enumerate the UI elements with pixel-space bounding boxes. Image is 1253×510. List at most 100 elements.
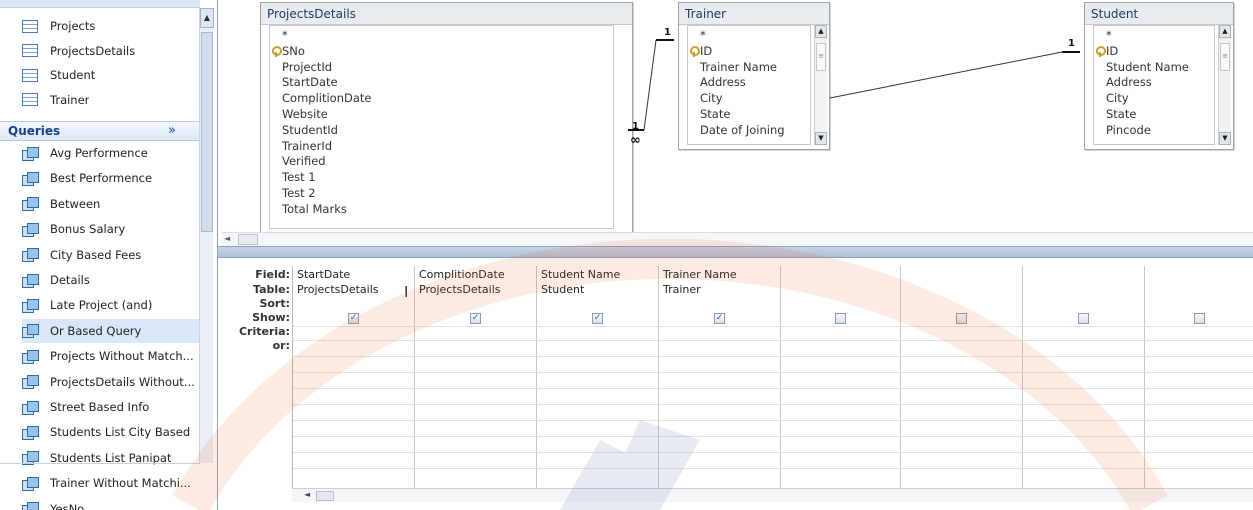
grid-column[interactable] [781,266,901,488]
grid-row-line [293,404,1253,405]
grid-row-line [293,388,1253,389]
nav-query-item[interactable]: Best Performence [22,166,200,190]
query-icon [22,298,39,313]
grid-field-cell[interactable]: Student Name [541,268,620,281]
queries-header-label: Queries [8,124,61,138]
grid-column[interactable]: StartDate ProjectsDetails ✓ [293,266,415,488]
scroll-thumb[interactable] [238,234,258,245]
grid-field-cell[interactable]: StartDate [297,268,350,281]
grid-table-cell[interactable]: ProjectsDetails [297,283,379,296]
relation-one-label: 1 [664,27,671,38]
nav-query-item[interactable]: Projects Without Match... [22,344,200,368]
nav-query-item[interactable]: YesNo [22,497,200,510]
divider [0,463,200,464]
show-checkbox[interactable]: ✓ [348,313,359,324]
navigation-pane: Projects ProjectsDetails Student Trainer Qu… [0,0,218,510]
grid-row-label: Sort: [259,297,290,310]
grid-column[interactable]: Student Name Student ✓ [537,266,659,488]
nav-item-label: Best Performence [50,171,153,186]
grid-field-cell[interactable]: ComplitionDate [419,268,505,281]
show-checkbox[interactable] [1078,313,1089,324]
table-icon [22,19,38,33]
grid-table-cell[interactable]: ProjectsDetails [419,283,501,296]
query-icon [22,146,39,161]
relationship-trainer-projectsdetails[interactable] [628,39,674,131]
nav-query-item[interactable]: Between [22,192,200,216]
grid-column[interactable] [1023,266,1145,488]
text-cursor-icon: I [404,283,409,301]
nav-item-label: YesNo [50,501,85,510]
nav-table-item[interactable]: ProjectsDetails [22,39,200,63]
nav-query-item[interactable]: ProjectsDetails Without... [22,370,200,394]
grid-table-cell[interactable]: Student [541,283,584,296]
scroll-up-icon[interactable]: ▲ [200,8,214,28]
grid-column[interactable]: ComplitionDate ProjectsDetails ✓ [415,266,537,488]
query-design-grid: Field: Table: Sort: Show: Criteria: or: Start… [224,258,1253,510]
nav-table-item[interactable]: Projects [22,14,200,38]
query-icon [22,400,39,415]
show-checkbox[interactable]: ✓ [470,313,481,324]
nav-query-item[interactable]: Or Based Query [22,318,200,343]
scroll-thumb[interactable] [316,491,334,501]
show-checkbox[interactable]: ✓ [714,313,725,324]
nav-query-item[interactable]: Students List City Based [22,420,200,444]
nav-item-label: Trainer Without Matchi... [50,476,191,491]
nav-item-label: City Based Fees [50,247,142,262]
grid-row-line [293,326,1253,327]
show-checkbox[interactable]: ✓ [592,313,603,324]
query-icon [22,425,39,440]
grid-row-line [293,372,1253,373]
nav-table-item[interactable]: Trainer [22,88,200,112]
nav-query-item[interactable]: Trainer Without Matchi... [22,471,200,495]
grid-column[interactable] [1145,266,1253,488]
nav-item-label: Trainer [50,92,90,107]
scroll-left-icon[interactable]: ◄ [224,233,236,245]
nav-item-label: Bonus Salary [50,222,126,237]
tables-group-header[interactable] [0,0,200,8]
nav-query-item[interactable]: Bonus Salary [22,217,200,241]
query-icon [22,502,39,510]
grid-table-cell[interactable]: Trainer [663,283,701,296]
grid-column[interactable] [901,266,1023,488]
table-pane: ProjectsDetails * SNo ProjectId StartDate Co… [224,0,1253,234]
pane-splitter[interactable] [218,246,1253,258]
show-checkbox[interactable] [956,313,967,324]
nav-query-item[interactable]: City Based Fees [22,243,200,267]
nav-query-item[interactable]: Late Project (and) [22,293,200,317]
show-checkbox[interactable] [1194,313,1205,324]
query-icon [22,476,39,491]
nav-item-label: Projects Without Match... [50,349,194,364]
query-icon [22,248,39,263]
grid-scrollbar[interactable]: ◄ [292,488,1253,502]
table-pane-scrollbar[interactable]: ◄ [222,232,1253,246]
nav-item-label: Street Based Info [50,400,150,414]
query-icon [22,324,39,339]
query-icon [22,222,39,237]
grid-row-line [293,468,1253,469]
relation-many-label: ∞ [630,133,641,148]
nav-item-label: Between [50,196,101,211]
grid-row-label: Criteria: [238,325,290,338]
nav-query-item[interactable]: Details [22,268,200,292]
collapse-chevron-icon[interactable]: » [168,123,176,138]
show-checkbox[interactable] [835,313,846,324]
nav-query-item[interactable]: Students List Panipat [22,446,200,470]
nav-query-item[interactable]: Street Based Info [22,395,200,419]
grid-column[interactable]: Trainer Name Trainer ✓ [659,266,781,488]
relation-one-label: 1 [632,121,639,132]
nav-table-item[interactable]: Student [22,63,200,87]
table-icon [22,93,38,106]
nav-item-label: Details [50,273,90,287]
nav-query-item[interactable]: Avg Performence [22,141,200,165]
grid-row-label: Show: [252,311,290,324]
table-icon [22,68,38,82]
queries-group-header[interactable]: Queries » [0,121,200,141]
grid-row-line [293,436,1253,437]
grid-row-label: Table: [252,283,290,296]
scroll-left-icon[interactable]: ◄ [304,490,310,499]
query-icon [22,273,39,288]
relationship-student-trainer[interactable] [829,51,1080,99]
scroll-thumb[interactable] [201,32,213,232]
nav-scrollbar[interactable]: ▲ [199,8,214,463]
grid-field-cell[interactable]: Trainer Name [663,268,737,281]
